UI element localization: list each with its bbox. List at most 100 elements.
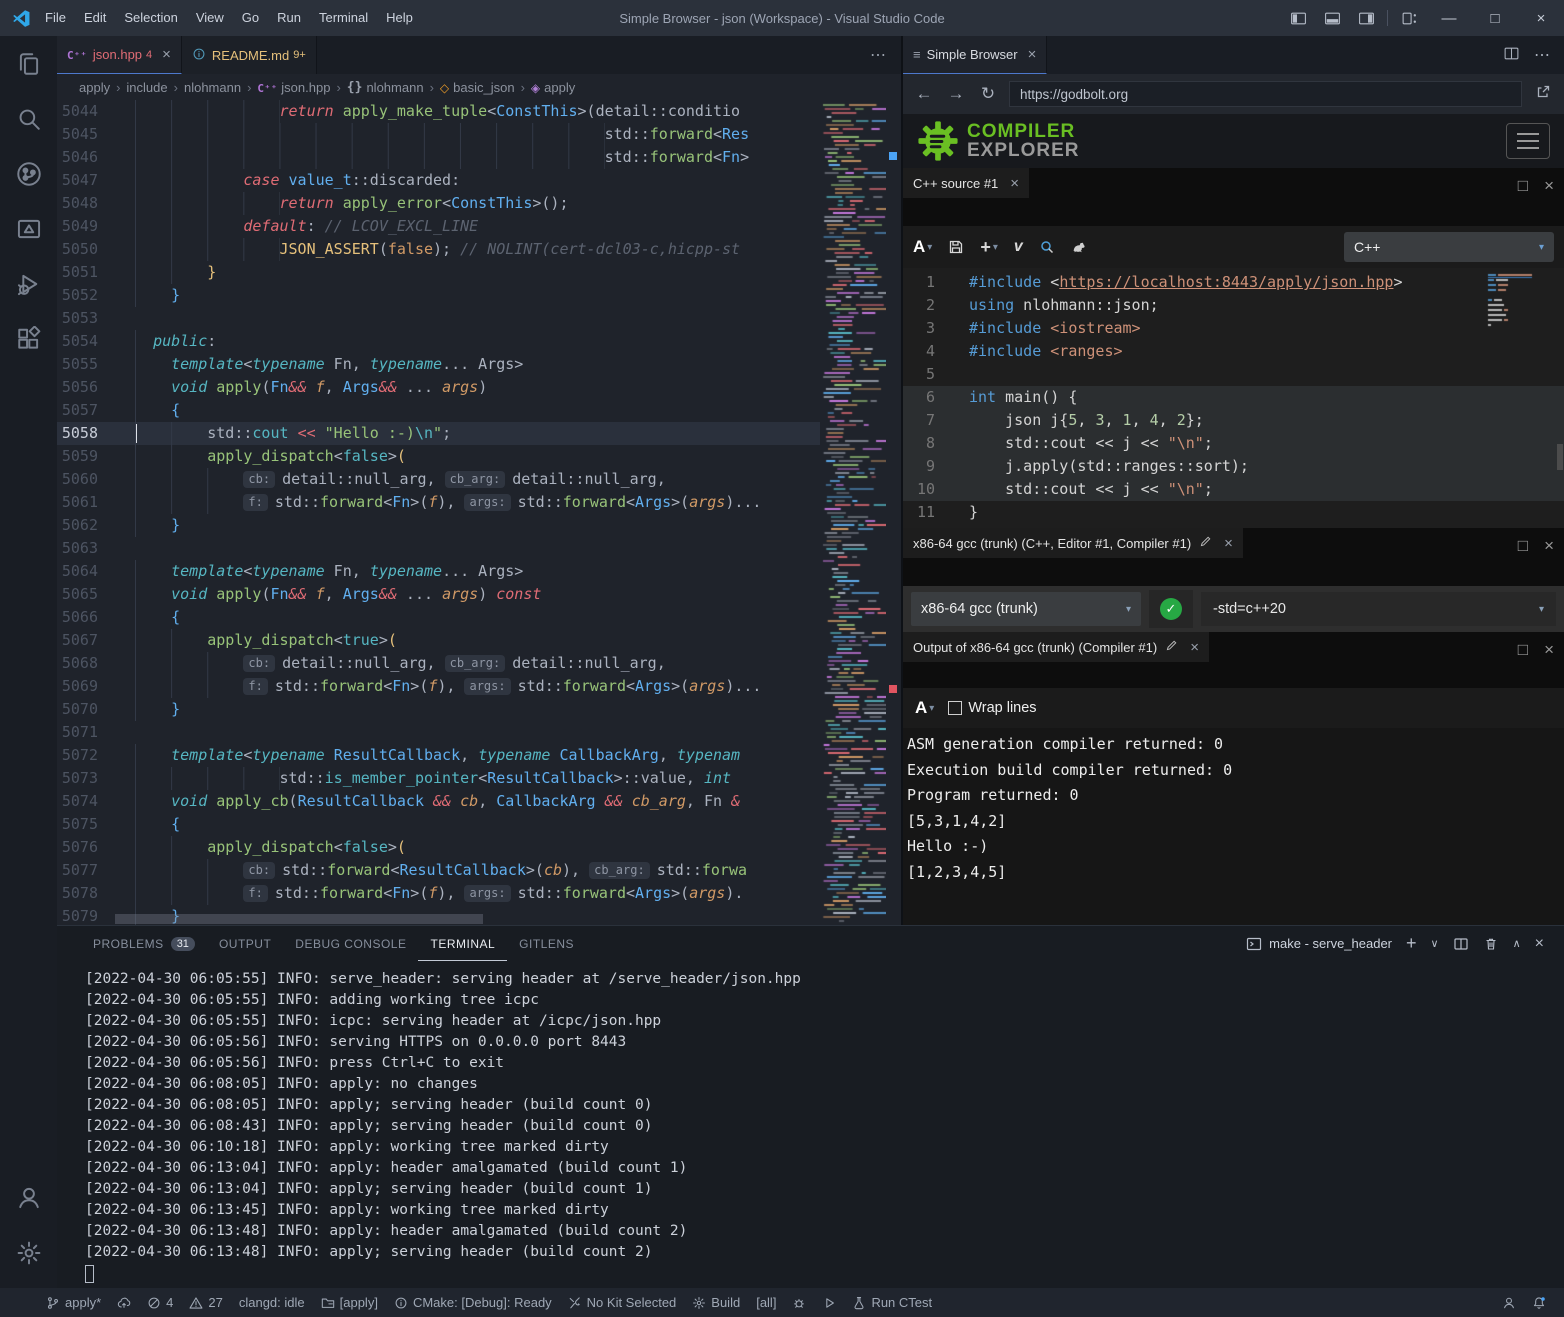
language-select[interactable]: C++▾ bbox=[1344, 232, 1554, 262]
statusbar-item[interactable] bbox=[109, 1288, 139, 1317]
menu-terminal[interactable]: Terminal bbox=[310, 0, 377, 36]
maximize-pane-icon[interactable]: □ bbox=[1518, 536, 1528, 556]
statusbar-item-no-kit-selected[interactable]: No Kit Selected bbox=[560, 1288, 685, 1317]
activity-debug-icon[interactable] bbox=[0, 256, 57, 311]
tab-json.hpp[interactable]: C⁺⁺json.hpp4× bbox=[57, 36, 182, 74]
activity-scm-icon[interactable] bbox=[0, 146, 57, 201]
statusbar-item-cmake-debug-ready[interactable]: CMake: [Debug]: Ready bbox=[386, 1288, 560, 1317]
maximize-pane-icon[interactable]: □ bbox=[1518, 176, 1528, 196]
close-pane-icon[interactable]: × bbox=[1544, 176, 1554, 196]
panel-tab-gitlens[interactable]: GITLENS bbox=[507, 926, 586, 961]
panel-tab-problems[interactable]: PROBLEMS31 bbox=[81, 926, 207, 961]
statusbar-item-apply-[interactable]: apply* bbox=[38, 1288, 109, 1317]
rename-pane-icon[interactable] bbox=[1165, 639, 1178, 655]
menu-file[interactable]: File bbox=[36, 0, 75, 36]
compiler-select[interactable]: x86-64 gcc (trunk)▾ bbox=[911, 592, 1141, 626]
tab-README.md[interactable]: README.md9+ bbox=[182, 36, 317, 74]
statusbar-item[interactable] bbox=[814, 1288, 844, 1317]
breadcrumb-item-json.hpp[interactable]: C⁺⁺json.hpp bbox=[257, 80, 330, 95]
breadcrumb[interactable]: apply›include›nlohmann›C⁺⁺json.hpp›{}nlo… bbox=[57, 74, 901, 100]
minimap[interactable] bbox=[820, 100, 886, 925]
menu-run[interactable]: Run bbox=[268, 0, 310, 36]
statusbar-item-4[interactable]: 4 bbox=[139, 1288, 181, 1317]
compiler-options-input[interactable]: -std=c++20▾ bbox=[1201, 592, 1556, 626]
breadcrumb-item-nlohmann[interactable]: nlohmann bbox=[184, 80, 241, 95]
tab-simple-browser[interactable]: ≡ Simple Browser × bbox=[903, 36, 1047, 74]
ce-compiler-tab[interactable]: x86-64 gcc (trunk) (C++, Editor #1, Comp… bbox=[903, 528, 1243, 558]
url-input[interactable]: https://godbolt.org bbox=[1009, 81, 1522, 107]
activity-cmake-icon[interactable] bbox=[0, 201, 57, 256]
panel-tab-terminal[interactable]: TERMINAL bbox=[418, 926, 507, 961]
font-size-button[interactable]: A▾ bbox=[913, 237, 932, 257]
statusbar-item--apply-[interactable]: [apply] bbox=[313, 1288, 386, 1317]
activity-extensions-icon[interactable] bbox=[0, 311, 57, 366]
more-actions-icon[interactable]: ⋯ bbox=[1534, 45, 1550, 65]
terminal[interactable]: [2022-04-30 06:05:55] INFO: serve_header… bbox=[57, 961, 1564, 1288]
menu-edit[interactable]: Edit bbox=[75, 0, 115, 36]
open-external-icon[interactable] bbox=[1532, 84, 1554, 105]
ce-output-log[interactable]: ASM generation compiler returned: 0Execu… bbox=[903, 728, 1564, 925]
back-icon[interactable]: ← bbox=[913, 84, 935, 104]
terminal-select[interactable]: make - serve_header bbox=[1246, 936, 1392, 952]
menu-help[interactable]: Help bbox=[377, 0, 422, 36]
statusbar-item[interactable] bbox=[1524, 1288, 1554, 1317]
breadcrumb-item-include[interactable]: include bbox=[126, 80, 167, 95]
maximize-button[interactable]: □ bbox=[1472, 0, 1518, 36]
quickbench-icon[interactable] bbox=[1071, 239, 1087, 255]
statusbar-item--all-[interactable]: [all] bbox=[748, 1288, 784, 1317]
split-editor-icon[interactable] bbox=[1503, 45, 1520, 65]
split-terminal-icon[interactable] bbox=[1453, 936, 1469, 952]
statusbar-item-clangd-idle[interactable]: clangd: idle bbox=[231, 1288, 313, 1317]
toggle-secondary-sidebar-icon[interactable] bbox=[1349, 0, 1383, 36]
statusbar-item-build[interactable]: Build bbox=[684, 1288, 748, 1317]
activity-files-icon[interactable] bbox=[0, 36, 57, 91]
cppinsights-icon[interactable] bbox=[1039, 239, 1055, 255]
activity-account-icon[interactable] bbox=[0, 1170, 57, 1225]
activity-settings-icon[interactable] bbox=[0, 1225, 57, 1280]
ce-output-tab[interactable]: Output of x86-64 gcc (trunk) (Compiler #… bbox=[903, 632, 1209, 662]
minimize-button[interactable]: — bbox=[1426, 0, 1472, 36]
kill-terminal-icon[interactable] bbox=[1483, 936, 1499, 952]
toggle-sidebar-icon[interactable] bbox=[1281, 0, 1315, 36]
panel-tab-output[interactable]: OUTPUT bbox=[207, 926, 283, 961]
editor-more-actions[interactable]: ⋯ bbox=[856, 36, 901, 74]
breadcrumb-item-nlohmann[interactable]: {}nlohmann bbox=[347, 79, 424, 95]
breadcrumb-item-basic_json[interactable]: ◇basic_json bbox=[440, 80, 515, 95]
horizontal-scrollbar[interactable] bbox=[115, 914, 483, 924]
wrap-lines-checkbox[interactable] bbox=[948, 701, 962, 715]
font-size-button[interactable]: A▾ bbox=[915, 698, 934, 718]
menu-view[interactable]: View bbox=[187, 0, 233, 36]
breadcrumb-item-apply[interactable]: ◈apply bbox=[531, 80, 575, 95]
close-pane-icon[interactable]: × bbox=[1010, 175, 1019, 192]
vim-toggle-icon[interactable]: v bbox=[1014, 238, 1023, 256]
terminal-dropdown-icon[interactable]: ∨ bbox=[1431, 937, 1439, 950]
customize-layout-icon[interactable] bbox=[1392, 0, 1426, 36]
menu-selection[interactable]: Selection bbox=[115, 0, 186, 36]
ce-menu-icon[interactable] bbox=[1506, 123, 1550, 159]
maximize-pane-icon[interactable]: □ bbox=[1518, 640, 1528, 660]
webview-scrollbar[interactable] bbox=[1557, 444, 1563, 470]
activity-search-icon[interactable] bbox=[0, 91, 57, 146]
forward-icon[interactable]: → bbox=[945, 84, 967, 104]
close-tab-icon[interactable]: × bbox=[162, 46, 171, 63]
toggle-panel-icon[interactable] bbox=[1315, 0, 1349, 36]
maximize-panel-icon[interactable]: ∧ bbox=[1513, 937, 1521, 950]
ce-source-editor[interactable]: 1#include <https://localhost:8443/apply/… bbox=[903, 268, 1564, 528]
close-pane-icon[interactable]: × bbox=[1544, 536, 1554, 556]
ce-logo[interactable]: COMPILER EXPLORER bbox=[917, 120, 1080, 162]
close-pane-icon[interactable]: × bbox=[1190, 639, 1199, 656]
panel-tab-debug-console[interactable]: DEBUG CONSOLE bbox=[283, 926, 418, 961]
statusbar-item-run-ctest[interactable]: Run CTest bbox=[844, 1288, 940, 1317]
new-terminal-icon[interactable]: + bbox=[1406, 933, 1417, 954]
close-panel-icon[interactable]: × bbox=[1535, 935, 1544, 953]
menu-go[interactable]: Go bbox=[233, 0, 268, 36]
reload-icon[interactable]: ↻ bbox=[977, 84, 999, 104]
rename-pane-icon[interactable] bbox=[1199, 535, 1212, 551]
add-pane-button[interactable]: +▾ bbox=[980, 237, 998, 258]
close-pane-icon[interactable]: × bbox=[1544, 640, 1554, 660]
statusbar-item[interactable] bbox=[1494, 1288, 1524, 1317]
code-editor[interactable]: 5044 return apply_make_tuple<ConstThis>(… bbox=[57, 100, 820, 925]
close-pane-icon[interactable]: × bbox=[1224, 535, 1233, 552]
ce-source-tab[interactable]: C++ source #1 × bbox=[903, 168, 1029, 198]
close-window-button[interactable]: × bbox=[1518, 0, 1564, 36]
